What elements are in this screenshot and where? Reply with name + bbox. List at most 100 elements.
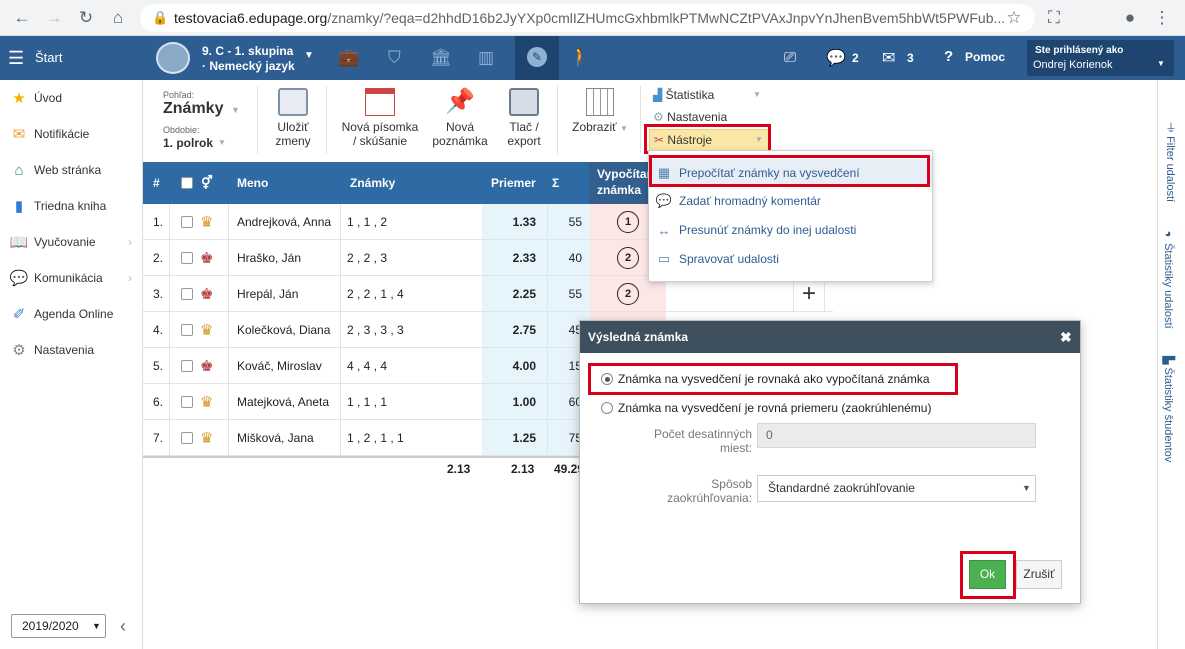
student-grades[interactable]: 1 , 1 , 1 — [347, 384, 387, 420]
student-stats-link[interactable]: ▙ Štatistiky študentov — [1162, 356, 1175, 462]
student-name[interactable]: Hrepál, Ján — [237, 276, 298, 312]
student-sum: 55 — [568, 287, 582, 301]
event-stats-link[interactable]: ◕ Štatistiky udalostí — [1162, 228, 1174, 329]
menu-bulk-comment[interactable]: 💬 Zadať hromadný komentár — [649, 187, 932, 215]
student-name[interactable]: Mišková, Jana — [237, 420, 314, 456]
reload-icon[interactable]: ↻ — [74, 6, 98, 30]
student-name[interactable]: Kováč, Miroslav — [237, 348, 322, 384]
show-button[interactable]: Zobraziť ▼ — [567, 88, 633, 136]
active-tab[interactable]: ✎ — [515, 36, 559, 80]
shield-icon[interactable]: ⛉ — [388, 48, 401, 68]
student-name[interactable]: Matejková, Aneta — [237, 384, 329, 420]
sidebar-item-label: Web stránka — [34, 163, 102, 177]
cancel-button[interactable]: Zrušiť — [1016, 560, 1062, 589]
url-host: testovacia6.edupage.org — [174, 10, 328, 26]
floppy-icon — [278, 88, 308, 116]
student-grades[interactable]: 4 , 4 , 4 — [347, 348, 387, 384]
student-sum: 55 — [568, 215, 582, 229]
save-button[interactable]: Uložiť zmeny — [268, 88, 318, 148]
calculated-grade[interactable]: 2 — [617, 283, 639, 305]
student-grades[interactable]: 1 , 1 , 2 — [347, 204, 387, 240]
class-name[interactable]: 9. C - 1. skupina — [202, 44, 293, 58]
sidebar-item-web[interactable]: ⌂ Web stránka — [0, 152, 143, 188]
header-average[interactable]: Priemer — [491, 176, 536, 190]
new-note-button[interactable]: 📌 Nová poznámka — [428, 88, 492, 148]
chevron-down-icon[interactable]: ▼ — [218, 138, 226, 147]
back-icon[interactable]: ← — [10, 6, 34, 30]
home-icon[interactable]: ⌂ — [106, 6, 130, 30]
cast-icon[interactable]: ⎚ — [784, 49, 796, 66]
row-checkbox[interactable] — [181, 432, 193, 444]
mail-icon[interactable]: ✉ — [882, 48, 895, 68]
close-icon[interactable]: ✖ — [1060, 321, 1072, 353]
sidebar-item-label: Vyučovanie — [34, 235, 96, 249]
student-grades[interactable]: 1 , 2 , 1 , 1 — [347, 420, 404, 456]
user-box[interactable]: Ste prihlásený ako Ondrej Korienok ▼ — [1027, 40, 1174, 76]
period-select[interactable]: 1. polrok — [163, 136, 213, 150]
address-bar[interactable]: 🔒 testovacia6.edupage.org/znamky/?eqa=d2… — [140, 4, 1035, 32]
student-grades[interactable]: 2 , 3 , 3 , 3 — [347, 312, 404, 348]
mail-count: 3 — [907, 51, 914, 65]
view-select[interactable]: Známky — [163, 100, 223, 118]
final-grade-dialog: Výsledná známka ✖ Známka na vysvedčení j… — [579, 320, 1081, 604]
forward-icon[interactable]: → — [42, 6, 66, 30]
hamburger-icon[interactable]: ☰ — [8, 48, 24, 69]
select-all-checkbox[interactable] — [181, 177, 193, 189]
sidebar-item-komunikacia[interactable]: 💬 Komunikácia › — [0, 260, 143, 296]
radio-rounded-average[interactable] — [601, 402, 613, 414]
sidebar-item-triedna-kniha[interactable]: ▮ Triedna kniha — [0, 188, 143, 224]
bookmark-star-icon[interactable]: ☆ — [1002, 6, 1026, 30]
student-grades[interactable]: 2 , 2 , 3 — [347, 240, 387, 276]
filter-events-link[interactable]: ⏚ Filter udalostí — [1162, 122, 1178, 202]
sidebar-item-agenda[interactable]: ✐ Agenda Online — [0, 296, 143, 332]
sidebar-item-vyucovanie[interactable]: 📖 Vyučovanie › — [0, 224, 143, 260]
decimals-input[interactable]: 0 — [757, 423, 1036, 448]
bar-chart-icon[interactable]: ▥ — [478, 48, 494, 68]
profile-icon[interactable]: ● — [1118, 6, 1142, 30]
row-checkbox[interactable] — [181, 360, 193, 372]
row-checkbox[interactable] — [181, 252, 193, 264]
student-name[interactable]: Hraško, Ján — [237, 240, 301, 276]
sidebar-item-nastavenia[interactable]: ⚙ Nastavenia — [0, 332, 143, 368]
highlight-option1 — [588, 363, 958, 395]
highlight-recalculate — [649, 155, 930, 187]
divider — [228, 204, 229, 456]
rounding-select[interactable]: Štandardné zaokrúhľovanie ▼ — [757, 475, 1036, 502]
student-name[interactable]: Andrejková, Anna — [237, 204, 331, 240]
student-grades[interactable]: 2 , 2 , 1 , 4 — [347, 276, 404, 312]
collapse-sidebar-icon[interactable]: ‹ — [120, 616, 126, 637]
sidebar-item-label: Triedna kniha — [34, 199, 107, 213]
chevron-down-icon[interactable]: ▼ — [231, 105, 240, 115]
stats-button[interactable]: ▟ Štatistika ▼ — [653, 88, 761, 102]
briefcase-icon[interactable]: 💼 — [338, 48, 359, 68]
row-checkbox[interactable] — [181, 216, 193, 228]
new-note-label-2: poznámka — [432, 134, 488, 148]
screen-capture-icon[interactable]: ⛶ — [1042, 6, 1066, 30]
row-checkbox[interactable] — [181, 288, 193, 300]
sidebar-item-uvod[interactable]: ★ Úvod — [0, 80, 143, 116]
chevron-down-icon[interactable]: ▼ — [304, 50, 314, 61]
settings-button[interactable]: ⚙ Nastavenia — [653, 110, 727, 124]
start-label[interactable]: Štart — [35, 50, 62, 65]
print-button[interactable]: Tlač / export — [500, 88, 548, 148]
year-select[interactable]: 2019/2020 ▼ — [11, 614, 106, 638]
menu-manage-events[interactable]: ▭ Spravovať udalosti — [649, 245, 932, 273]
header-name[interactable]: Meno — [237, 176, 268, 190]
more-menu-icon[interactable]: ⋮ — [1150, 6, 1174, 30]
help-icon[interactable]: ? — [944, 48, 953, 65]
row-checkbox[interactable] — [181, 396, 193, 408]
calculated-grade[interactable]: 2 — [617, 247, 639, 269]
sidebar-item-notifikacie[interactable]: ✉ Notifikácie — [0, 116, 143, 152]
subject-name[interactable]: · Nemecký jazyk — [202, 59, 295, 73]
calculated-grade[interactable]: 1 — [617, 211, 639, 233]
row-checkbox[interactable] — [181, 324, 193, 336]
new-test-button[interactable]: Nová písomka / skúšanie — [336, 88, 424, 148]
option-rounded-average[interactable]: Známka na vysvedčení je rovná priemeru (… — [601, 401, 931, 415]
student-name[interactable]: Kolečková, Diana — [237, 312, 330, 348]
bank-icon[interactable]: 🏛 — [430, 48, 452, 68]
chat-icon[interactable]: 💬 — [826, 48, 846, 68]
help-link[interactable]: Pomoc — [965, 50, 1005, 64]
walking-person-icon[interactable]: 🚶 — [569, 47, 591, 68]
divider — [340, 204, 341, 456]
menu-move-grades[interactable]: ↔ Presunúť známky do inej udalosti — [649, 216, 932, 244]
